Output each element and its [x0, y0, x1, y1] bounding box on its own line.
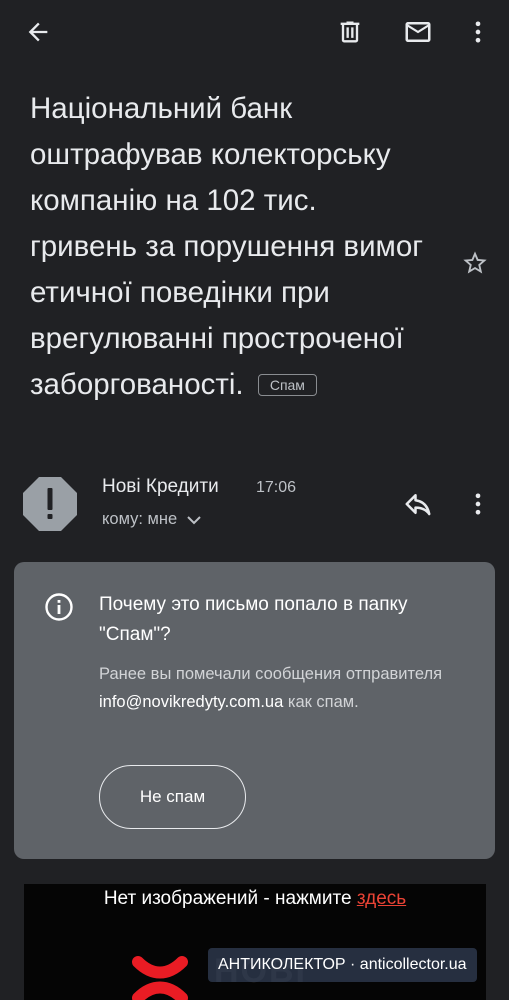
subject-text: Національний банк оштрафував колекторськ… [30, 92, 424, 401]
chevron-down-icon [187, 515, 201, 524]
top-app-bar [0, 0, 509, 66]
spam-reason-text: Ранее вы помечали сообщения отправителя … [99, 660, 479, 716]
star-outline-icon[interactable] [458, 246, 492, 280]
sender-name[interactable]: Нові Кредити [102, 476, 219, 498]
watermark: АНТИКОЛЕКТОР · anticollector.ua [208, 948, 477, 982]
brand-logo-icon [130, 950, 190, 1000]
more-vert-icon[interactable] [460, 14, 496, 50]
message-subject: Національний банк оштрафував колекторськ… [30, 86, 430, 408]
images-blocked-notice: Нет изображений - нажмите здесь [24, 888, 486, 910]
spam-reason-title: Почему это письмо попало в папку "Спам"? [99, 594, 408, 645]
spam-explanation-card: Почему это письмо попало в папку "Спам"?… [14, 562, 495, 859]
sender-time: 17:06 [256, 479, 297, 496]
message-more-vert-icon[interactable] [460, 486, 496, 522]
spam-octagon-icon[interactable] [22, 476, 78, 532]
info-icon [44, 592, 74, 622]
spam-label-chip[interactable]: Спам [257, 374, 317, 396]
reply-icon[interactable] [400, 486, 436, 522]
mail-icon[interactable] [400, 14, 436, 50]
spam-reason-suffix: как спам. [283, 693, 359, 711]
trash-icon[interactable] [332, 14, 368, 50]
show-images-link[interactable]: здесь [357, 888, 406, 909]
images-blocked-text: Нет изображений - нажмите [103, 888, 357, 909]
recipient-details-toggle[interactable]: кому: мне [102, 510, 201, 529]
sender-email: info@novikredyty.com.ua [99, 693, 284, 711]
recipient-text: кому: мне [102, 510, 178, 528]
spam-reason-prefix: Ранее вы помечали сообщения отправителя [99, 665, 443, 683]
arrow-back-icon[interactable] [20, 14, 56, 50]
not-spam-button[interactable]: Не спам [99, 765, 246, 829]
email-content: Нет изображений - нажмите здесь НОВІ [24, 884, 486, 1000]
